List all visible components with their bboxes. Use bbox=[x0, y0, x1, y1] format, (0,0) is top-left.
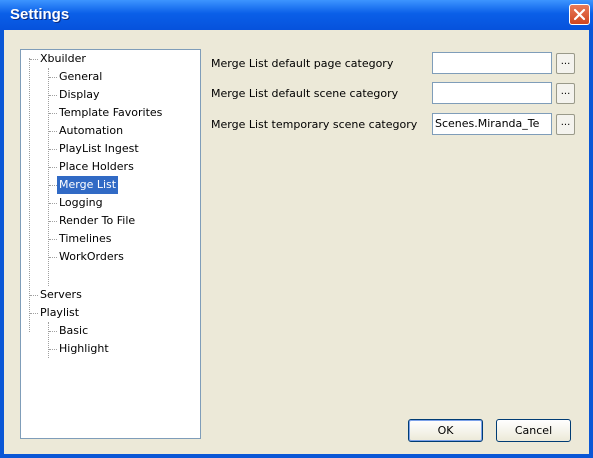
default-scene-category-field[interactable] bbox=[432, 82, 552, 104]
close-button[interactable] bbox=[569, 4, 590, 25]
close-icon bbox=[573, 8, 586, 21]
tree-item-workorders[interactable]: WorkOrders bbox=[57, 248, 126, 266]
tree-item-logging[interactable]: Logging bbox=[57, 194, 105, 212]
ok-button[interactable]: OK bbox=[408, 419, 483, 442]
default-page-category-browse-button[interactable]: ... bbox=[556, 53, 575, 74]
tree-item-template-favorites[interactable]: Template Favorites bbox=[57, 104, 164, 122]
window-title: Settings bbox=[10, 6, 70, 23]
tree-item-general[interactable]: General bbox=[57, 68, 104, 86]
default-scene-category-browse-button[interactable]: ... bbox=[556, 83, 575, 104]
temporary-scene-category-browse-button[interactable]: ... bbox=[556, 114, 575, 135]
cancel-button[interactable]: Cancel bbox=[496, 419, 571, 442]
tree-item-xbuilder[interactable]: Xbuilder bbox=[38, 50, 88, 68]
tree-item-render-to-file[interactable]: Render To File bbox=[57, 212, 137, 230]
settings-window: Settings Xbuilder General Display Templa… bbox=[0, 0, 593, 458]
default-page-category-field[interactable] bbox=[432, 52, 552, 74]
tree-item-playlist[interactable]: Playlist bbox=[38, 304, 81, 322]
default-page-category-label: Merge List default page category bbox=[211, 57, 394, 70]
tree-item-timelines[interactable]: Timelines bbox=[57, 230, 114, 248]
tree-item-servers[interactable]: Servers bbox=[38, 286, 84, 304]
temporary-scene-category-label: Merge List temporary scene category bbox=[211, 118, 418, 131]
dialog-body: Xbuilder General Display Template Favori… bbox=[4, 30, 589, 454]
temporary-scene-category-field[interactable]: Scenes.Miranda_Te bbox=[432, 113, 552, 135]
tree-item-display[interactable]: Display bbox=[57, 86, 102, 104]
tree-item-playlist-ingest[interactable]: PlayList Ingest bbox=[57, 140, 141, 158]
title-bar[interactable]: Settings bbox=[0, 0, 593, 30]
tree-item-merge-list[interactable]: Merge List bbox=[57, 176, 119, 194]
default-scene-category-label: Merge List default scene category bbox=[211, 87, 399, 100]
tree-item-highlight[interactable]: Highlight bbox=[57, 340, 111, 358]
tree-item-basic[interactable]: Basic bbox=[57, 322, 90, 340]
tree-item-automation[interactable]: Automation bbox=[57, 122, 125, 140]
settings-tree[interactable]: Xbuilder General Display Template Favori… bbox=[20, 49, 201, 439]
tree-item-place-holders[interactable]: Place Holders bbox=[57, 158, 136, 176]
